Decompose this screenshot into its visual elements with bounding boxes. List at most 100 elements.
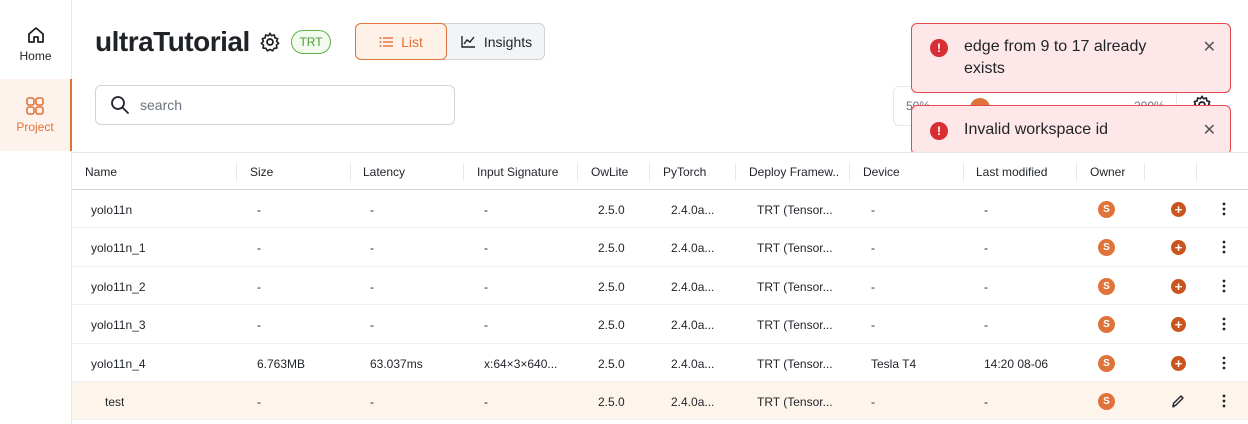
- toast-message: Invalid workspace id: [964, 121, 1109, 138]
- column-header-last-modified[interactable]: Last modified: [976, 165, 1047, 179]
- cell-device: -: [871, 203, 875, 217]
- cell-owlite: 2.5.0: [598, 203, 625, 217]
- cell-deploy-framework: TRT (Tensor...: [757, 318, 833, 333]
- cell-latency: -: [370, 318, 374, 333]
- cell-name[interactable]: yolo11n_2: [91, 280, 146, 294]
- cell-input-signature: -: [484, 203, 488, 217]
- cell-device: -: [871, 279, 875, 294]
- owner-avatar: S: [1098, 316, 1115, 334]
- column-header-size[interactable]: Size: [250, 165, 273, 179]
- cell-latency: 63.037ms: [370, 356, 423, 371]
- cell-name[interactable]: yolo11n_3: [91, 318, 146, 332]
- cell-latency: -: [370, 241, 374, 256]
- cell-last-modified: 14:20 08-06: [984, 356, 1049, 371]
- cell-pytorch: 2.4.0a...: [671, 241, 715, 256]
- column-divider[interactable]: [1196, 163, 1197, 181]
- cell-input-signature: -: [484, 279, 488, 294]
- tab-list-label: List: [401, 33, 423, 50]
- cell-pytorch: 2.4.0a...: [671, 394, 715, 409]
- table-row[interactable]: yolo11n_3 - - - 2.5.0 2.4.0a... TRT (Ten…: [72, 305, 1248, 344]
- cell-device: -: [871, 241, 875, 256]
- cell-last-modified: -: [984, 203, 988, 217]
- cell-input-signature: x:64×3×640...: [484, 356, 558, 371]
- table-body: yolo11n - - - 2.5.0 2.4.0a... TRT (Tenso…: [72, 190, 1248, 421]
- cell-size: -: [257, 279, 261, 294]
- add-icon[interactable]: +: [1171, 355, 1186, 371]
- tab-list[interactable]: List: [355, 23, 447, 60]
- column-divider[interactable]: [1144, 163, 1145, 181]
- owner-avatar: S: [1098, 239, 1115, 257]
- cell-deploy-framework: TRT (Tensor...: [757, 203, 833, 217]
- add-icon[interactable]: +: [1171, 278, 1186, 294]
- column-divider[interactable]: [577, 163, 578, 181]
- cell-name[interactable]: yolo11n_1: [91, 241, 146, 255]
- edit-icon[interactable]: [1170, 393, 1186, 409]
- cell-name[interactable]: yolo11n: [91, 203, 132, 217]
- cell-owlite: 2.5.0: [598, 241, 625, 256]
- close-icon[interactable]: ✕: [1203, 37, 1216, 57]
- cell-name[interactable]: yolo11n_4: [91, 357, 146, 371]
- error-toast: ! Invalid workspace id ✕: [911, 105, 1231, 155]
- column-header-latency[interactable]: Latency: [363, 165, 405, 179]
- column-header-owlite[interactable]: OwLite: [591, 165, 628, 179]
- cell-device: -: [871, 318, 875, 333]
- owner-avatar: S: [1098, 201, 1115, 218]
- home-icon: [27, 27, 44, 43]
- cell-last-modified: -: [984, 279, 988, 294]
- table-row[interactable]: test - - - 2.5.0 2.4.0a... TRT (Tensor..…: [72, 381, 1248, 421]
- cell-owlite: 2.5.0: [598, 318, 625, 333]
- column-divider[interactable]: [463, 163, 464, 181]
- add-icon[interactable]: +: [1171, 317, 1186, 333]
- owner-avatar: S: [1098, 277, 1115, 295]
- tab-insights-label: Insights: [483, 33, 533, 50]
- column-header-owner[interactable]: Owner: [1090, 165, 1125, 179]
- cell-deploy-framework: TRT (Tensor...: [757, 394, 833, 409]
- column-divider[interactable]: [849, 163, 850, 181]
- more-vertical-icon[interactable]: [1221, 201, 1227, 217]
- column-divider[interactable]: [236, 163, 237, 181]
- cell-pytorch: 2.4.0a...: [671, 356, 715, 371]
- view-toggle: List Insights: [355, 23, 545, 60]
- owner-avatar: S: [1098, 354, 1115, 372]
- search-input[interactable]: [140, 97, 430, 113]
- more-vertical-icon[interactable]: [1221, 239, 1227, 255]
- cell-input-signature: -: [484, 241, 488, 256]
- sidebar-item-home[interactable]: Home: [0, 8, 71, 80]
- error-icon: !: [930, 122, 948, 140]
- column-divider[interactable]: [963, 163, 964, 181]
- cell-size: 6.763MB: [257, 356, 306, 371]
- table-row[interactable]: yolo11n_1 - - - 2.5.0 2.4.0a... TRT (Ten…: [72, 228, 1248, 267]
- table-row[interactable]: yolo11n_2 - - - 2.5.0 2.4.0a... TRT (Ten…: [72, 267, 1248, 306]
- sidebar-item-project[interactable]: Project: [0, 79, 72, 151]
- cell-owlite: 2.5.0: [598, 394, 625, 409]
- gear-icon[interactable]: [259, 31, 281, 53]
- table-row[interactable]: yolo11n - - - 2.5.0 2.4.0a... TRT (Tenso…: [72, 190, 1248, 229]
- framework-badge: TRT: [291, 30, 331, 54]
- column-header-name[interactable]: Name: [85, 165, 117, 179]
- more-vertical-icon[interactable]: [1221, 355, 1227, 371]
- cell-name[interactable]: test: [105, 395, 124, 409]
- table-row[interactable]: yolo11n_4 6.763MB 63.037ms x:64×3×640...…: [72, 344, 1248, 382]
- column-divider[interactable]: [350, 163, 351, 181]
- column-divider[interactable]: [1076, 163, 1077, 181]
- tab-insights[interactable]: Insights: [448, 23, 545, 60]
- close-icon[interactable]: ✕: [1203, 120, 1216, 140]
- cell-size: -: [257, 318, 261, 333]
- models-table: Name Size Latency Input Signature OwLite…: [72, 152, 1248, 421]
- error-icon: !: [930, 39, 948, 57]
- column-header-deploy-framework[interactable]: Deploy Framew...: [749, 165, 839, 179]
- add-icon[interactable]: +: [1171, 202, 1186, 217]
- column-header-input-signature[interactable]: Input Signature: [477, 165, 558, 179]
- column-header-device[interactable]: Device: [863, 165, 900, 179]
- column-divider[interactable]: [649, 163, 650, 181]
- add-icon[interactable]: +: [1171, 240, 1186, 256]
- cell-device: Tesla T4: [871, 356, 917, 371]
- cell-latency: -: [370, 279, 374, 294]
- cell-last-modified: -: [984, 394, 988, 409]
- more-vertical-icon[interactable]: [1221, 316, 1227, 332]
- column-divider[interactable]: [735, 163, 736, 181]
- column-header-pytorch[interactable]: PyTorch: [663, 165, 706, 179]
- more-vertical-icon[interactable]: [1221, 278, 1227, 294]
- toast-message: edge from 9 to 17 already exists: [964, 38, 1147, 77]
- more-vertical-icon[interactable]: [1221, 393, 1227, 409]
